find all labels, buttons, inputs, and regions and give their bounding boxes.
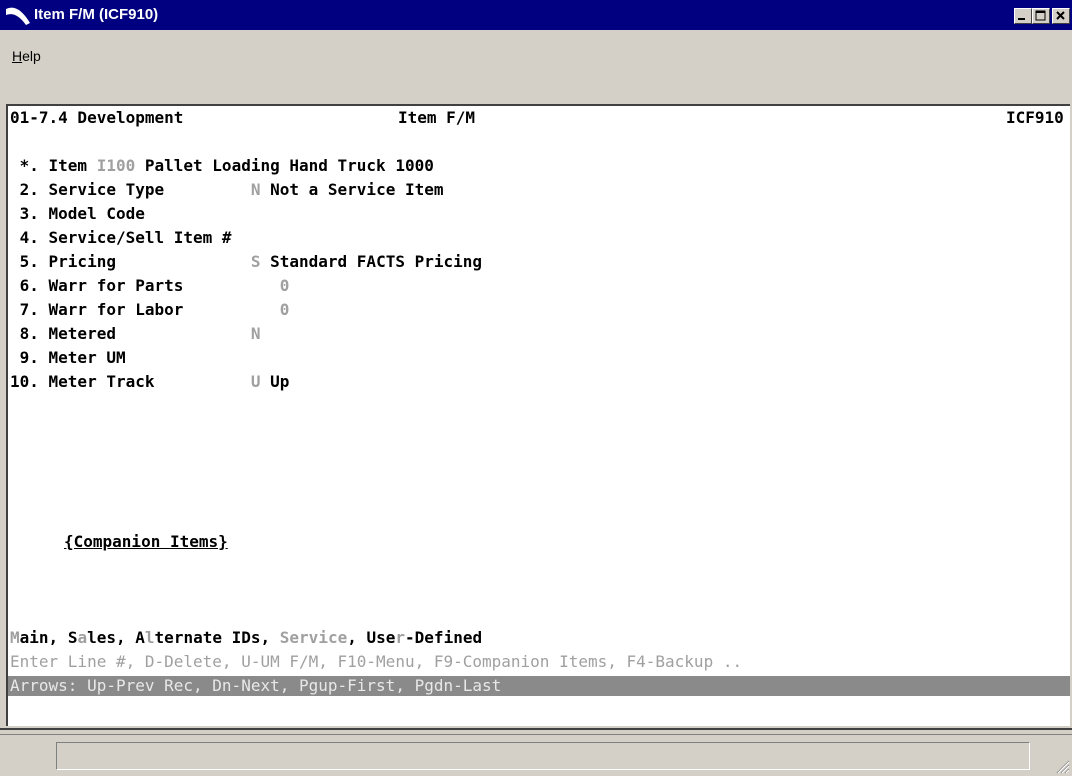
tab-sales[interactable]: Sales bbox=[68, 628, 116, 647]
field-meter-um[interactable]: 9. Meter UM bbox=[10, 348, 126, 368]
companion-items-link[interactable]: {Companion Items} bbox=[64, 532, 228, 552]
divider bbox=[0, 734, 1072, 735]
field-label: 4. Service/Sell Item # bbox=[10, 228, 232, 247]
tab-sales-label-a: S bbox=[67, 628, 78, 647]
tab-user-label-a: Use bbox=[366, 628, 396, 647]
field-label: 5. Pricing bbox=[10, 252, 251, 271]
tab-user-defined[interactable]: User-Defined bbox=[366, 628, 482, 647]
tab-user-mnemonic: r bbox=[395, 628, 406, 647]
terminal-screen[interactable]: 01-7.4 Development Item F/M ICF910 *. It… bbox=[6, 104, 1070, 726]
tab-main-mnemonic: M bbox=[10, 628, 20, 647]
tab-separator: , bbox=[116, 628, 136, 647]
field-code: 0 bbox=[279, 300, 290, 319]
field-metered[interactable]: 8. Metered N bbox=[10, 324, 261, 344]
app-logo-icon bbox=[6, 7, 30, 25]
tab-sales-mnemonic: a bbox=[77, 628, 88, 647]
field-service-type[interactable]: 2. Service Type N Not a Service Item bbox=[10, 180, 444, 200]
menu-bar: Help bbox=[0, 30, 1072, 100]
tab-alt-mnemonic: l bbox=[144, 628, 155, 647]
field-meter-track[interactable]: 10. Meter Track U Up bbox=[10, 372, 289, 392]
menu-help-mnemonic: H bbox=[12, 48, 23, 64]
tab-separator: , bbox=[260, 628, 280, 647]
maximize-icon bbox=[1035, 10, 1046, 21]
prompt-line: Enter Line #, D-Delete, U-UM F/M, F10-Me… bbox=[10, 652, 743, 671]
screen-title: Item F/M bbox=[398, 108, 476, 127]
field-value: Up bbox=[260, 372, 290, 391]
title-bar[interactable]: Item F/M (ICF910) bbox=[0, 0, 1072, 30]
field-label: 2. Service Type bbox=[10, 180, 251, 199]
resize-grip-icon[interactable] bbox=[1054, 758, 1070, 774]
menu-help-label: elp bbox=[22, 48, 41, 64]
field-value: Pallet Loading Hand Truck 1000 bbox=[135, 156, 434, 175]
tab-user-label-c: -Defined bbox=[405, 628, 483, 647]
field-value: Standard FACTS Pricing bbox=[260, 252, 483, 271]
field-model-code[interactable]: 3. Model Code bbox=[10, 204, 145, 224]
field-item[interactable]: *. Item I100 Pallet Loading Hand Truck 1… bbox=[10, 156, 434, 176]
field-warr-labor[interactable]: 7. Warr for Labor 0 bbox=[10, 300, 290, 320]
tab-bar: Main, Sales, Alternate IDs, Service, Use… bbox=[10, 628, 482, 648]
field-code: I100 bbox=[96, 156, 136, 175]
tab-alternate-ids[interactable]: Alternate IDs bbox=[135, 628, 260, 647]
maximize-button[interactable] bbox=[1032, 8, 1050, 24]
field-label: 3. Model Code bbox=[10, 204, 145, 223]
navigation-hint-line: Arrows: Up-Prev Rec, Dn-Next, Pgup-First… bbox=[8, 676, 1070, 696]
field-label: *. Item bbox=[10, 156, 97, 175]
field-code: N bbox=[250, 324, 261, 343]
tab-alt-label-a: A bbox=[135, 628, 145, 647]
field-service-sell-item[interactable]: 4. Service/Sell Item # bbox=[10, 228, 232, 248]
close-icon bbox=[1056, 11, 1065, 20]
field-value: Not a Service Item bbox=[260, 180, 444, 199]
tab-service[interactable]: Service bbox=[280, 628, 347, 647]
field-label: 6. Warr for Parts bbox=[10, 276, 280, 295]
menu-help[interactable]: Help bbox=[12, 48, 41, 64]
tab-separator: , bbox=[48, 628, 68, 647]
minimize-button[interactable] bbox=[1014, 8, 1032, 24]
divider bbox=[0, 728, 1072, 730]
window-title: Item F/M (ICF910) bbox=[34, 6, 159, 23]
tab-alt-label-c: ternate IDs bbox=[154, 628, 261, 647]
header-left: 01-7.4 Development bbox=[10, 108, 184, 127]
tab-sales-label-c: les bbox=[87, 628, 116, 647]
program-code: ICF910 bbox=[1006, 108, 1064, 127]
field-label: 7. Warr for Labor bbox=[10, 300, 280, 319]
tab-main-label: ain bbox=[19, 628, 49, 647]
field-pricing[interactable]: 5. Pricing S Standard FACTS Pricing bbox=[10, 252, 482, 272]
field-label: 10. Meter Track bbox=[10, 372, 251, 391]
field-warr-parts[interactable]: 6. Warr for Parts 0 bbox=[10, 276, 290, 296]
field-label: 9. Meter UM bbox=[10, 348, 126, 367]
tab-main[interactable]: Main bbox=[10, 628, 49, 647]
tab-separator: , bbox=[347, 628, 367, 647]
close-button[interactable] bbox=[1052, 8, 1070, 24]
minimize-icon bbox=[1018, 18, 1025, 20]
field-code: 0 bbox=[279, 276, 290, 295]
status-bar-field bbox=[56, 742, 1030, 770]
field-label: 8. Metered bbox=[10, 324, 251, 343]
